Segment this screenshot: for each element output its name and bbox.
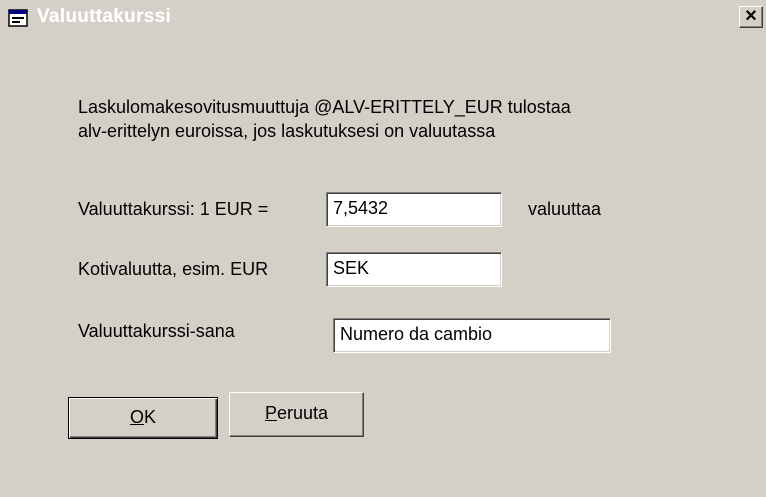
window-title: Valuuttakurssi <box>37 6 172 27</box>
window-icon <box>8 9 28 27</box>
close-icon: × <box>745 5 757 27</box>
description-line-1: Laskulomakesovitusmuuttuja @ALV-ERITTELY… <box>78 97 571 117</box>
rate-word-label: Valuuttakurssi-sana <box>78 321 235 341</box>
ok-button[interactable]: OK <box>68 397 218 439</box>
home-currency-input[interactable]: SEK <box>326 252 502 287</box>
description-text: Laskulomakesovitusmuuttuja @ALV-ERITTELY… <box>78 95 571 143</box>
rate-word-input[interactable]: Numero da cambio <box>333 318 611 353</box>
description-line-2: alv-erittelyn euroissa, jos laskutuksesi… <box>78 121 496 141</box>
cancel-button[interactable]: Peruuta <box>229 392 364 437</box>
close-button[interactable]: × <box>739 6 763 28</box>
ok-mnemonic: O <box>129 407 144 427</box>
exchange-rate-input[interactable]: 7,5432 <box>326 192 502 227</box>
exchange-rate-label: Valuuttakurssi: 1 EUR = <box>78 199 269 219</box>
dialog-window: Valuuttakurssi × Laskulomakesovitusmuutt… <box>0 0 766 497</box>
ok-label-rest: K <box>144 407 157 427</box>
cancel-label-rest: eruuta <box>276 403 329 423</box>
cancel-mnemonic: P <box>264 403 277 423</box>
home-currency-label: Kotivaluutta, esim. EUR <box>78 259 269 279</box>
exchange-rate-suffix: valuuttaa <box>528 199 602 219</box>
title-bar[interactable]: Valuuttakurssi × <box>0 0 766 36</box>
